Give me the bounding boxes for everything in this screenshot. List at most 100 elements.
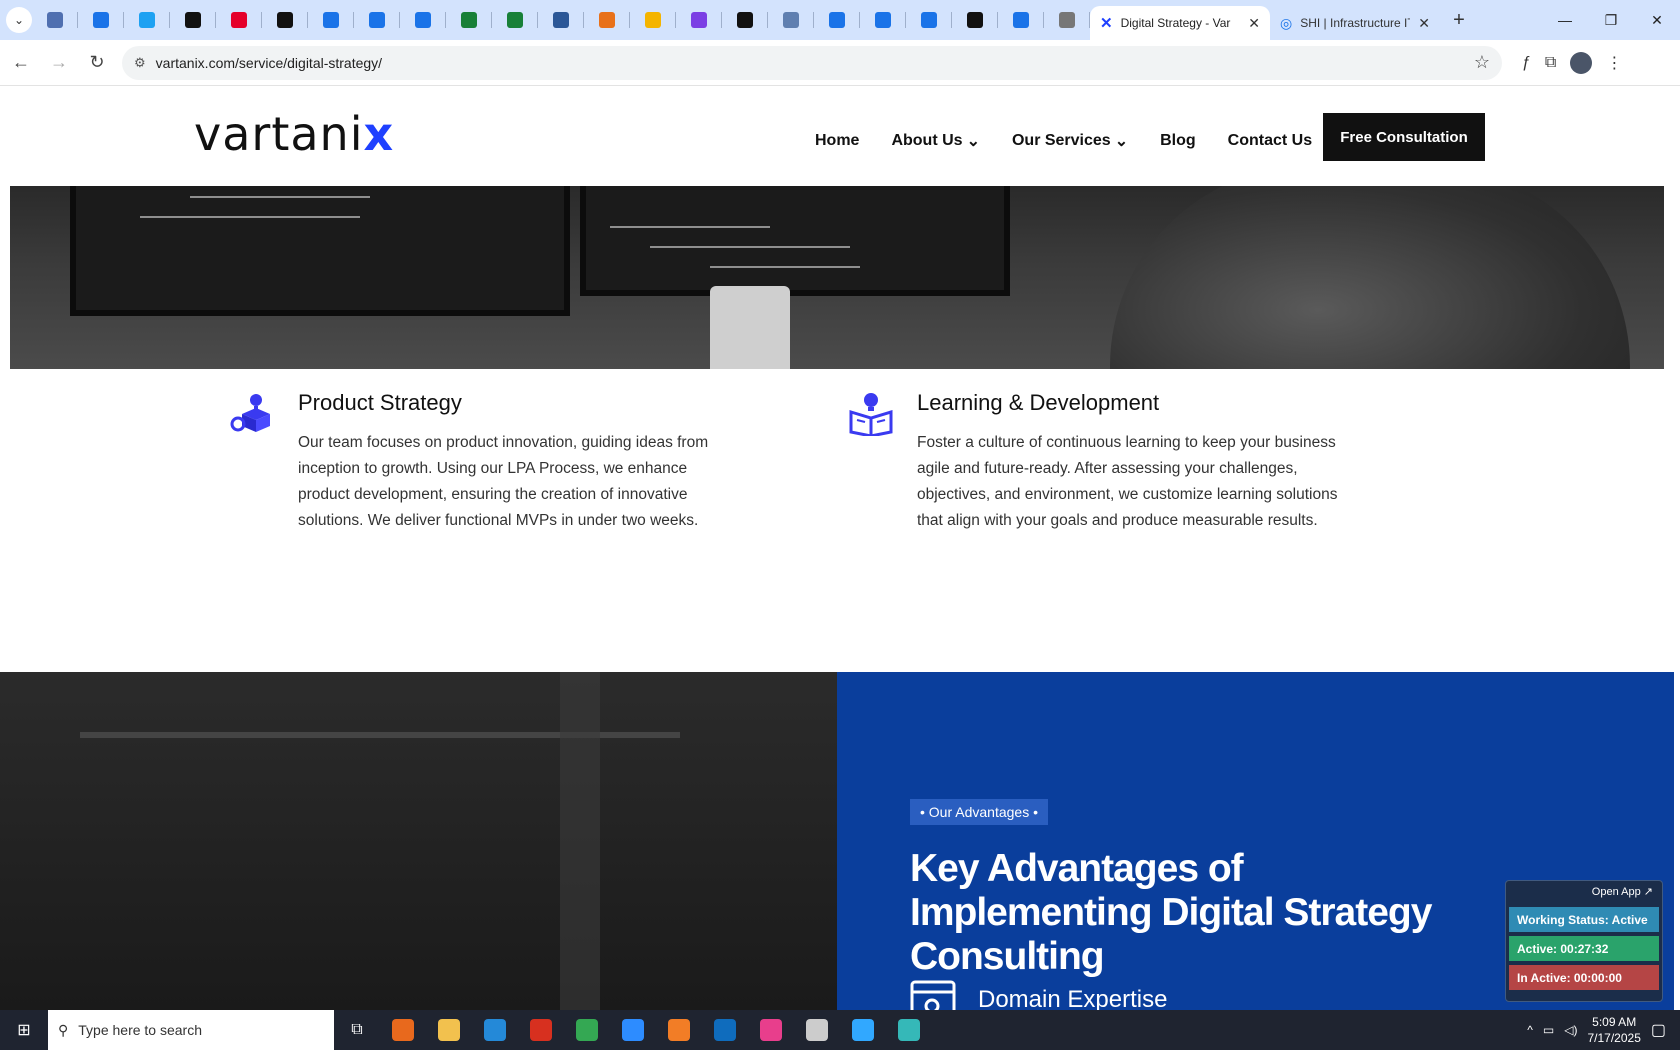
taskbar-app[interactable] bbox=[794, 1010, 840, 1050]
learning-development-icon bbox=[849, 393, 893, 436]
browser-tab[interactable] bbox=[446, 0, 492, 40]
browser-tab[interactable] bbox=[630, 0, 676, 40]
nav-about[interactable]: About Us ⌄ bbox=[891, 131, 980, 151]
browser-tab[interactable] bbox=[216, 0, 262, 40]
browser-tab[interactable] bbox=[814, 0, 860, 40]
forward-button[interactable]: → bbox=[42, 46, 76, 80]
nav-label: About Us bbox=[891, 132, 963, 149]
browser-tab[interactable] bbox=[584, 0, 630, 40]
browser-tab[interactable] bbox=[998, 0, 1044, 40]
taskbar-app[interactable] bbox=[610, 1010, 656, 1050]
inactive-timer: In Active: 00:00:00 bbox=[1509, 965, 1659, 990]
chevron-down-icon: ⌄ bbox=[1114, 133, 1129, 150]
address-bar[interactable]: ⚙ vartanix.com/service/digital-strategy/… bbox=[122, 45, 1502, 80]
chevron-down-icon: ⌄ bbox=[13, 13, 25, 27]
system-tray: ^ ▭ ◁) 5:09 AM 7/17/2025 ▢ bbox=[1527, 1010, 1680, 1050]
nav-label: Blog bbox=[1160, 132, 1196, 149]
browser-tab[interactable] bbox=[1044, 0, 1090, 40]
code-line bbox=[610, 226, 770, 228]
browser-tab[interactable] bbox=[354, 0, 400, 40]
search-placeholder: Type here to search bbox=[78, 1022, 203, 1038]
favicon-icon bbox=[461, 12, 477, 28]
free-consultation-button[interactable]: Free Consultation bbox=[1323, 113, 1485, 161]
taskbar-app[interactable] bbox=[564, 1010, 610, 1050]
reload-button[interactable]: ↻ bbox=[80, 46, 114, 80]
clock-time: 5:09 AM bbox=[1592, 1015, 1637, 1029]
taskbar-app[interactable] bbox=[380, 1010, 426, 1050]
tab-digital-strategy[interactable]: ✕ Digital Strategy - Var ✕ bbox=[1090, 6, 1270, 40]
favicon-icon bbox=[507, 12, 523, 28]
browser-tab[interactable] bbox=[262, 0, 308, 40]
search-icon: ⚲ bbox=[58, 1021, 69, 1038]
extension-icon[interactable]: ƒ bbox=[1522, 54, 1531, 72]
browser-tab[interactable] bbox=[906, 0, 952, 40]
vartanix-logo[interactable]: vartanix bbox=[194, 107, 394, 161]
close-window-icon[interactable]: ✕ bbox=[1634, 0, 1680, 40]
task-view-icon[interactable]: ⧉ bbox=[334, 1010, 380, 1050]
profile-avatar[interactable] bbox=[1570, 51, 1593, 74]
close-tab-icon[interactable]: ✕ bbox=[1248, 15, 1260, 32]
browser-tab[interactable] bbox=[400, 0, 446, 40]
puzzle-icon[interactable]: ⧉ bbox=[1545, 54, 1556, 72]
nav-blog[interactable]: Blog bbox=[1160, 131, 1196, 151]
nav-services[interactable]: Our Services ⌄ bbox=[1012, 131, 1128, 151]
close-tab-icon[interactable]: ✕ bbox=[1418, 15, 1430, 32]
taskbar-clock[interactable]: 5:09 AM 7/17/2025 bbox=[1587, 1014, 1640, 1046]
nav-home[interactable]: Home bbox=[815, 131, 859, 151]
windows-taskbar: ⊞ ⚲ Type here to search ⧉ ^ ▭ ◁) 5:09 AM… bbox=[0, 1010, 1680, 1050]
taskbar-app[interactable] bbox=[748, 1010, 794, 1050]
restore-icon[interactable]: ❐ bbox=[1588, 0, 1634, 40]
browser-tab[interactable] bbox=[32, 0, 78, 40]
browser-tab[interactable] bbox=[538, 0, 584, 40]
browser-tab[interactable] bbox=[170, 0, 216, 40]
favicon-icon bbox=[1013, 12, 1029, 28]
favicon-icon bbox=[47, 12, 63, 28]
browser-tab[interactable] bbox=[860, 0, 906, 40]
browser-tab[interactable] bbox=[952, 0, 998, 40]
taskbar-app[interactable] bbox=[518, 1010, 564, 1050]
app-icon bbox=[438, 1019, 460, 1041]
chevron-down-icon: ⌄ bbox=[966, 133, 980, 150]
tab-search-button[interactable]: ⌄ bbox=[6, 7, 32, 33]
back-button[interactable]: ← bbox=[4, 46, 38, 80]
site-header: vartanix Home About Us ⌄ Our Services ⌄ Bl… bbox=[0, 87, 1680, 186]
browser-tab[interactable] bbox=[124, 0, 170, 40]
favicon-icon bbox=[277, 12, 293, 28]
advantages-image bbox=[0, 672, 837, 1012]
screen: ⌄ ✕ Digital Strategy - Var ✕ ◎ SHI | Inf… bbox=[0, 0, 1680, 1050]
monitor-shape bbox=[580, 186, 1010, 296]
shi-favicon-icon: ◎ bbox=[1280, 14, 1293, 31]
hero-image bbox=[10, 186, 1664, 369]
volume-icon[interactable]: ◁) bbox=[1564, 1023, 1577, 1037]
open-app-link[interactable]: Open App ↗ bbox=[1509, 885, 1659, 903]
taskbar-app[interactable] bbox=[656, 1010, 702, 1050]
bookmark-star-icon[interactable]: ☆ bbox=[1474, 52, 1490, 73]
active-timer: Active: 00:27:32 bbox=[1509, 936, 1659, 961]
chevron-up-icon[interactable]: ^ bbox=[1527, 1023, 1533, 1037]
browser-tab[interactable] bbox=[78, 0, 124, 40]
new-tab-button[interactable]: + bbox=[1444, 5, 1474, 35]
app-icon bbox=[392, 1019, 414, 1041]
taskbar-app[interactable] bbox=[840, 1010, 886, 1050]
taskbar-app[interactable] bbox=[426, 1010, 472, 1050]
service-description: Foster a culture of continuous learning … bbox=[917, 434, 1338, 529]
windows-start-button[interactable]: ⊞ bbox=[0, 1010, 48, 1050]
kebab-menu-icon[interactable]: ⋮ bbox=[1606, 53, 1622, 73]
browser-tab[interactable] bbox=[768, 0, 814, 40]
network-icon[interactable]: ▭ bbox=[1543, 1023, 1554, 1037]
taskbar-app[interactable] bbox=[472, 1010, 518, 1050]
nav-contact[interactable]: Contact Us bbox=[1228, 131, 1312, 151]
minimize-icon[interactable]: — bbox=[1542, 0, 1588, 40]
notifications-icon[interactable]: ▢ bbox=[1651, 1020, 1666, 1040]
tab-shi-infrastructure[interactable]: ◎ SHI | Infrastructure IT ✕ bbox=[1270, 6, 1440, 40]
browser-tab[interactable] bbox=[676, 0, 722, 40]
taskbar-app[interactable] bbox=[702, 1010, 748, 1050]
taskbar-search[interactable]: ⚲ Type here to search bbox=[48, 1010, 334, 1050]
browser-tab[interactable] bbox=[308, 0, 354, 40]
browser-tab[interactable] bbox=[492, 0, 538, 40]
taskbar-app[interactable] bbox=[886, 1010, 932, 1050]
logo-accent: x bbox=[363, 107, 395, 161]
site-info-icon[interactable]: ⚙ bbox=[134, 55, 146, 71]
browser-tab[interactable] bbox=[722, 0, 768, 40]
advantages-chip: • Our Advantages • bbox=[910, 799, 1048, 825]
